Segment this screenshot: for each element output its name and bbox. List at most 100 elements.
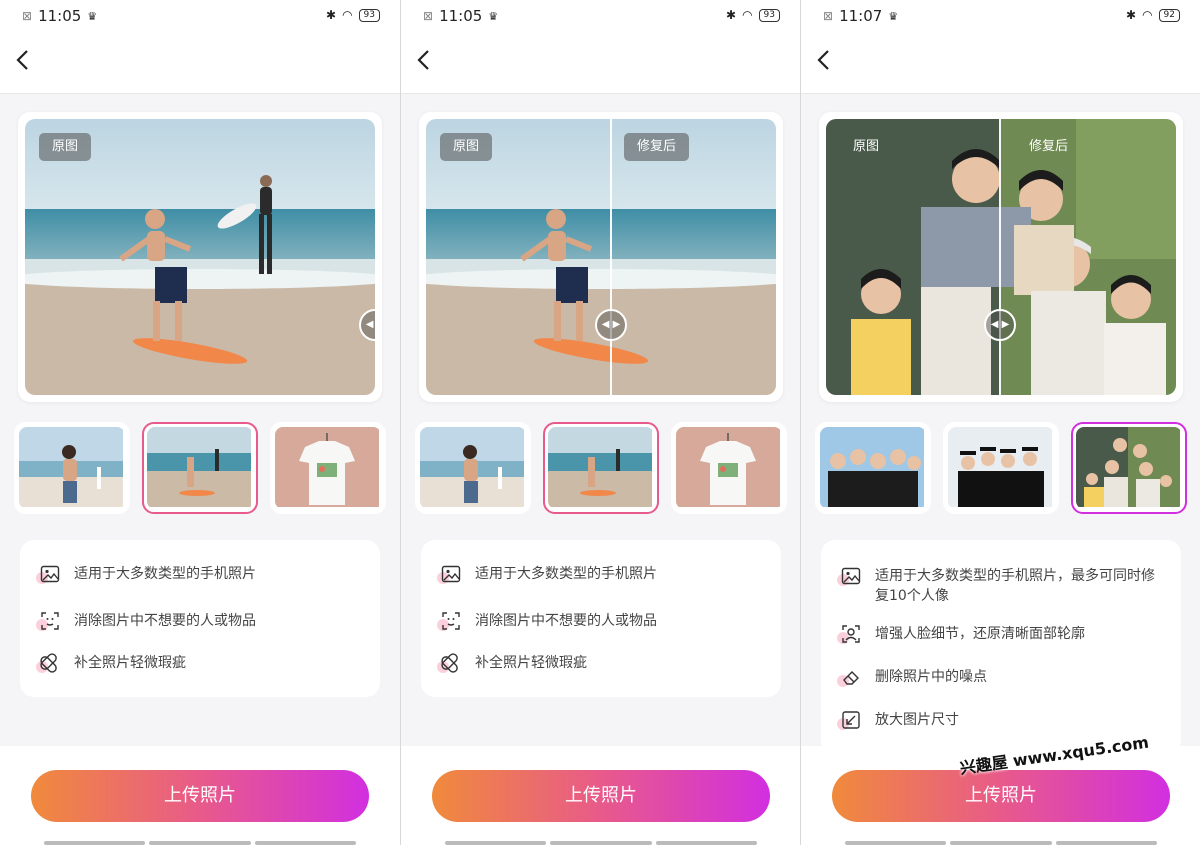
phone-screen-1: ⊠ 11:05 ♛ ✱ ◠ 93 原图 ◀ 适用于大多数类型的手机照片 消除图片… [0,0,400,845]
feature-list: 适用于大多数类型的手机照片，最多可同时修复10个人像 增强人脸细节，还原清晰面部… [821,540,1181,754]
status-bar: ⊠ 11:07 ♛ ✱ ◠ 92 [801,0,1200,34]
thumbnail-beach-woman[interactable] [415,422,531,514]
feature-text: 补全照片轻微瑕疵 [475,655,587,671]
nav-bar [0,34,400,94]
feature-item: 补全照片轻微瑕疵 [36,653,362,675]
face-scan-icon [36,611,60,633]
feature-list: 适用于大多数类型的手机照片 消除图片中不想要的人或物品 补全照片轻微瑕疵 [421,540,781,697]
chevron-left-icon [16,50,28,70]
thumbnail-surfer-boy[interactable] [142,422,258,514]
back-button[interactable] [14,48,42,78]
preview-photo-family: 原图 修复后 ◀ ▶ [826,119,1176,395]
system-nav-hint [845,841,1157,845]
sample-thumbnails [815,422,1187,516]
image-icon [437,564,461,586]
crown-icon: ♛ [488,9,499,23]
feature-item: 放大图片尺寸 [837,710,1163,732]
feature-text: 补全照片轻微瑕疵 [74,655,186,671]
phone-screen-2: ⊠ 11:05 ♛ ✱ ◠ 93 原图 修复后 ◀ ▶ 适用于大多数类型的手机照… [400,0,800,845]
feature-text: 放大图片尺寸 [875,712,959,728]
thumbnail-tshirt[interactable] [671,422,787,514]
status-bar: ⊠ 11:05 ♛ ✱ ◠ 93 [0,0,400,34]
wifi-icon: ◠ [342,8,353,22]
original-label: 原图 [39,133,92,161]
feature-text: 删除照片中的噪点 [875,669,987,685]
image-icon [837,566,861,588]
face-scan-icon [837,624,861,646]
feature-item: 补全照片轻微瑕疵 [437,653,763,675]
feature-text: 适用于大多数类型的手机照片 [475,566,657,582]
chevron-left-icon [817,50,829,70]
wifi-icon: ◠ [1142,8,1153,22]
thumbnail-beach-woman[interactable] [14,422,130,514]
status-time: 11:05 [439,7,483,25]
upload-photo-button[interactable]: 上传照片 [31,770,369,822]
notification-icon: ⊠ [823,9,834,23]
phone-screen-3: ⊠ 11:07 ♛ ✱ ◠ 92 原图 修复后 ◀ ▶ 适用于大多数类型的手机照… [800,0,1200,845]
feature-text: 适用于大多数类型的手机照片 [74,566,256,582]
wifi-icon: ◠ [742,8,753,22]
thumbnail-graduates[interactable] [943,422,1059,514]
notification-icon: ⊠ [22,9,33,23]
thumbnail-surfer-boy[interactable] [543,422,659,514]
battery-level: 93 [758,8,780,22]
bluetooth-icon: ✱ [726,8,737,22]
arrows-horizontal-icon: ◀ ▶ [990,319,1010,330]
feature-text: 增强人脸细节，还原清晰面部轮廓 [875,626,1085,642]
upload-photo-button[interactable]: 上传照片 [432,770,770,822]
arrows-horizontal-icon: ◀ ▶ [601,319,621,330]
arrows-horizontal-icon: ◀ ▶ [365,319,375,330]
crown-icon: ♛ [888,9,899,23]
preview-photo-surfer: 原图 修复后 ◀ ▶ [426,119,776,395]
compare-slider-handle[interactable]: ◀ ▶ [595,309,627,341]
preview-photo-surfer: 原图 ◀ ▶ [25,119,375,395]
compare-divider[interactable] [610,119,612,395]
bottom-bar: 上传照片 [0,746,400,845]
battery-level: 93 [358,8,380,22]
original-label: 原图 [440,133,493,161]
feature-text: 消除图片中不想要的人或物品 [475,613,657,629]
back-button[interactable] [415,48,443,78]
status-time: 11:07 [839,7,883,25]
feature-item: 适用于大多数类型的手机照片，最多可同时修复10个人像 [837,566,1163,606]
thumbnail-group-friends[interactable] [815,422,931,514]
feature-item: 适用于大多数类型的手机照片 [437,564,763,586]
bottom-bar: 上传照片 [401,746,800,845]
notification-icon: ⊠ [423,9,434,23]
bandage-icon [437,653,461,675]
thumbnail-tshirt[interactable] [270,422,386,514]
repaired-label: 修复后 [1029,139,1069,154]
status-bar: ⊠ 11:05 ♛ ✱ ◠ 93 [401,0,800,34]
battery-level: 92 [1158,8,1180,22]
feature-text: 适用于大多数类型的手机照片，最多可同时修复10个人像 [875,568,1155,604]
original-label: 原图 [853,139,880,154]
screens-container: ⊠ 11:05 ♛ ✱ ◠ 93 原图 ◀ 适用于大多数类型的手机照片 消除图片… [0,0,1200,845]
sample-thumbnails [14,422,386,516]
bluetooth-icon: ✱ [1126,8,1137,22]
repaired-label: 修复后 [624,133,690,161]
system-nav-hint [445,841,757,845]
compare-slider-handle[interactable]: ◀ ▶ [984,309,1016,341]
thumbnail-family[interactable] [1071,422,1187,514]
nav-bar [801,34,1200,94]
sample-thumbnails [415,422,787,516]
eraser-icon [837,667,861,689]
feature-item: 删除照片中的噪点 [837,667,1163,689]
crown-icon: ♛ [87,9,98,23]
feature-item: 消除图片中不想要的人或物品 [437,611,763,633]
nav-bar [401,34,800,94]
chevron-left-icon [417,50,429,70]
bandage-icon [36,653,60,675]
status-time: 11:05 [38,7,82,25]
back-button[interactable] [815,48,843,78]
bluetooth-icon: ✱ [326,8,337,22]
system-nav-hint [44,841,356,845]
feature-item: 增强人脸细节，还原清晰面部轮廓 [837,624,1163,646]
enlarge-icon [837,710,861,732]
feature-text: 消除图片中不想要的人或物品 [74,613,256,629]
compare-divider[interactable] [999,119,1001,395]
comparison-viewer[interactable]: 原图 修复后 ◀ ▶ [819,112,1183,402]
comparison-viewer[interactable]: 原图 修复后 ◀ ▶ [419,112,783,402]
feature-list: 适用于大多数类型的手机照片 消除图片中不想要的人或物品 补全照片轻微瑕疵 [20,540,380,697]
comparison-viewer[interactable]: 原图 ◀ ▶ [18,112,382,402]
